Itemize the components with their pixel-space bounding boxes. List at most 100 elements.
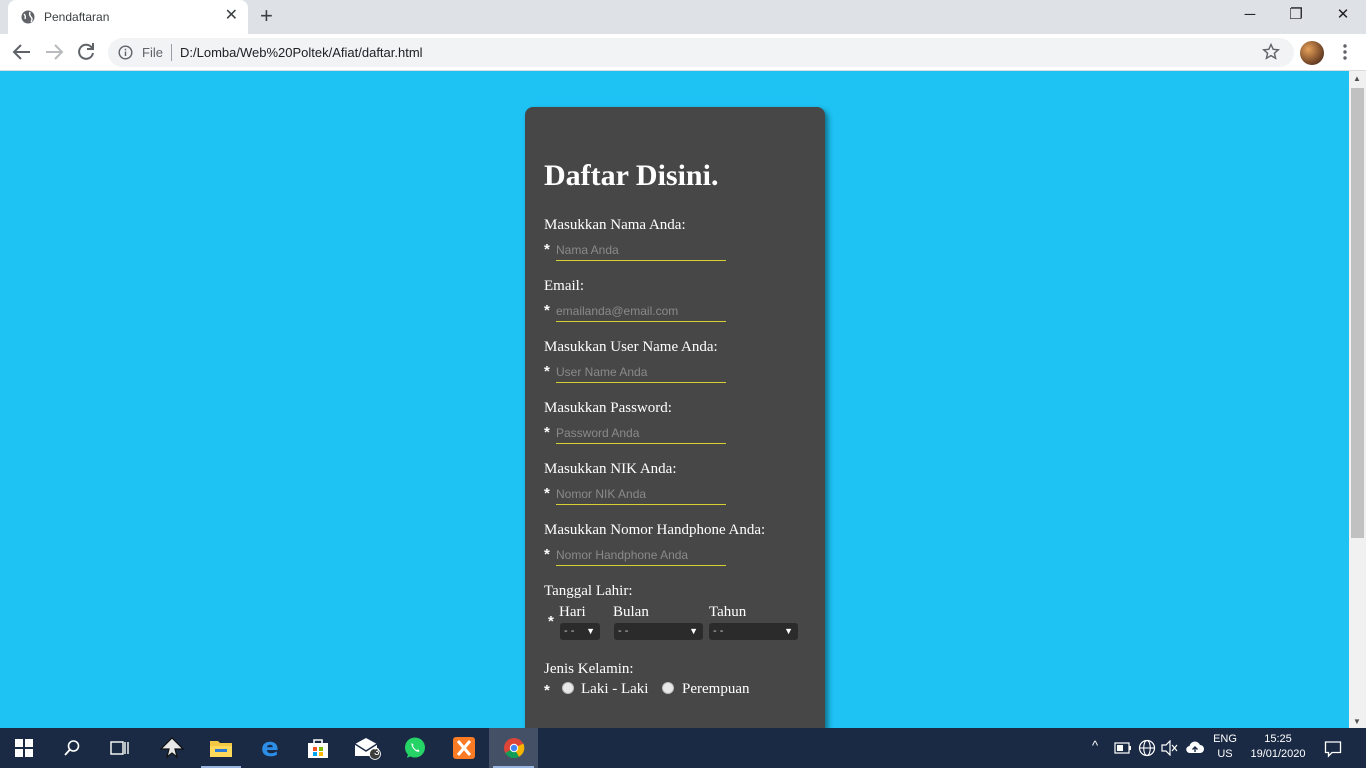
required-mark: * [548,613,554,630]
radio-female[interactable] [662,682,674,694]
bookmark-star-icon[interactable] [1262,43,1280,61]
gender-label: Jenis Kelamin: [544,661,634,677]
nik-input[interactable] [556,483,726,505]
store-icon [308,739,328,758]
volume-muted-icon[interactable] [1161,740,1179,756]
tab-title: Pendaftaran [44,10,110,24]
minimize-button[interactable]: ─ [1227,4,1273,26]
taskbar-app-store[interactable] [294,728,342,768]
url-text[interactable]: D:/Lomba/Web%20Poltek/Afiat/daftar.html [180,45,423,60]
clock-time: 15:25 [1264,733,1292,745]
browser-toolbar: File D:/Lomba/Web%20Poltek/Afiat/daftar.… [0,34,1366,71]
email-label: Email: [544,278,584,294]
language-indicator[interactable]: ENG US [1208,732,1242,762]
required-mark: * [544,241,550,258]
notification-center-icon[interactable] [1324,740,1342,758]
required-mark: * [544,546,550,563]
windows-taskbar: e 3 ^ ENG US 15:25 19/01/2020 [0,728,1366,768]
xampp-icon [453,737,475,759]
search-button[interactable] [48,728,96,768]
clock[interactable]: 15:25 19/01/2020 [1245,732,1311,762]
day-label: Hari [559,604,586,620]
month-select-value: - - [618,625,629,637]
month-label: Bulan [613,604,649,620]
close-window-button[interactable]: ✕ [1320,4,1366,26]
email-input[interactable] [556,300,726,322]
password-label: Masukkan Password: [544,400,672,416]
taskbar-app-inkscape[interactable] [148,728,196,768]
radio-female-label: Perempuan [682,681,750,697]
profile-avatar[interactable] [1300,41,1324,65]
edge-icon: e [261,733,279,763]
address-bar[interactable]: File D:/Lomba/Web%20Poltek/Afiat/daftar.… [108,38,1294,67]
mail-badge: 3 [374,747,380,758]
birthdate-label: Tanggal Lahir: [544,583,633,599]
windows-logo-icon [15,739,33,757]
task-view-button[interactable] [96,728,144,768]
back-arrow-icon[interactable] [10,40,34,64]
nik-label: Masukkan NIK Anda: [544,461,677,477]
battery-icon[interactable] [1114,742,1132,754]
year-select-value: - - [713,625,724,637]
required-mark: * [544,485,550,502]
password-input[interactable] [556,422,726,444]
tab-close-icon[interactable]: ✕ [225,7,238,25]
day-select[interactable]: - - ▼ [560,623,600,640]
month-select[interactable]: - - ▼ [614,623,703,640]
year-label: Tahun [709,604,747,620]
username-input[interactable] [556,361,726,383]
required-mark: * [544,302,550,319]
registration-form: Daftar Disini. Masukkan Nama Anda: * Ema… [525,107,825,767]
language-top: ENG [1213,733,1237,745]
taskbar-app-whatsapp[interactable] [391,728,439,768]
language-bottom: US [1217,748,1233,760]
cloud-upload-icon[interactable] [1185,740,1205,756]
radio-male-label: Laki - Laki [581,681,649,697]
tab-pendaftaran[interactable]: Pendaftaran ✕ [8,0,248,34]
name-input[interactable] [556,239,726,261]
start-button[interactable] [0,728,48,768]
folder-icon [210,741,232,757]
restore-button[interactable]: ❐ [1273,4,1319,26]
search-icon [64,740,80,756]
radio-male[interactable] [562,682,574,694]
dropdown-arrow-icon: ▼ [586,626,595,636]
whatsapp-icon [405,737,425,758]
scheme-label: File [142,45,163,60]
scroll-thumb[interactable] [1351,88,1364,538]
dropdown-arrow-icon: ▼ [784,626,793,636]
year-select[interactable]: - - ▼ [709,623,798,640]
info-icon[interactable] [118,45,133,60]
page-scrollbar[interactable]: ▲ ▼ [1349,71,1366,728]
network-globe-icon[interactable] [1138,739,1156,757]
taskbar-app-mail[interactable]: 3 [343,728,391,768]
dropdown-arrow-icon: ▼ [689,626,698,636]
name-label: Masukkan Nama Anda: [544,217,686,233]
inkscape-icon [160,737,184,759]
username-label: Masukkan User Name Anda: [544,339,718,355]
chrome-icon [503,738,524,759]
tab-strip: Pendaftaran ✕ + ─ ❐ ✕ [0,0,1366,34]
taskbar-app-file-explorer[interactable] [197,728,245,768]
clock-date: 19/01/2020 [1250,748,1306,760]
omnibox-divider [171,44,172,61]
required-mark: * [544,424,550,441]
show-hidden-icons-chevron-icon[interactable]: ^ [1092,738,1098,753]
scroll-down-arrow-icon[interactable]: ▼ [1353,717,1361,726]
required-mark: * [544,682,550,699]
taskbar-app-xampp[interactable] [440,728,488,768]
phone-input[interactable] [556,544,726,566]
scroll-up-arrow-icon[interactable]: ▲ [1353,74,1361,83]
form-heading: Daftar Disini. [544,159,719,192]
taskbar-app-edge[interactable]: e [246,728,294,768]
day-select-value: - - [564,625,575,637]
more-menu-icon[interactable] [1335,42,1355,62]
forward-arrow-icon[interactable] [42,40,66,64]
phone-label: Masukkan Nomor Handphone Anda: [544,522,766,538]
task-view-icon [110,741,129,755]
required-mark: * [544,363,550,380]
globe-icon [21,10,35,24]
reload-icon[interactable] [74,40,98,64]
taskbar-app-chrome[interactable] [489,728,538,768]
new-tab-button[interactable]: + [260,5,273,27]
